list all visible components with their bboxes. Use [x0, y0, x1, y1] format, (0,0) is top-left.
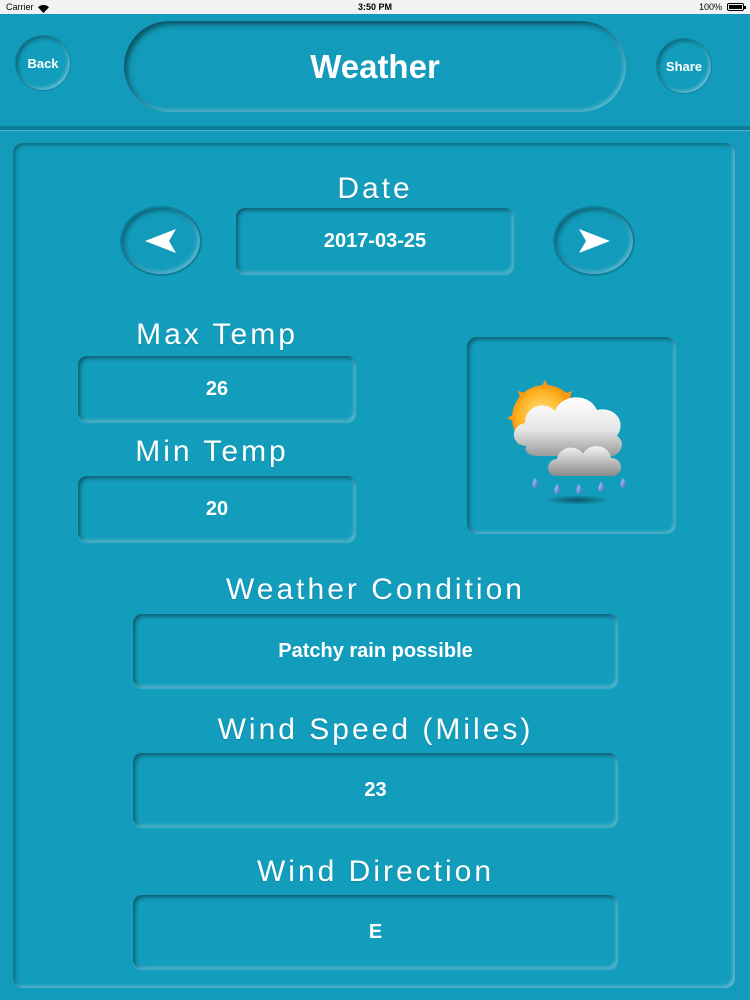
- header: Back Weather Share: [0, 14, 750, 130]
- weather-condition-label: Weather Condition: [226, 573, 525, 606]
- date-field: 2017-03-25: [236, 208, 514, 274]
- back-button[interactable]: Back: [16, 36, 70, 90]
- min-temp-field: 20: [78, 476, 356, 542]
- wind-speed-field: 23: [133, 753, 618, 827]
- wind-direction-field: E: [133, 895, 618, 969]
- wind-direction-label: Wind Direction: [256, 855, 495, 888]
- sun-cloud-rain-icon: [506, 379, 625, 505]
- header-divider: [0, 126, 750, 130]
- date-label: Date: [337, 172, 413, 205]
- status-bar: Carrier 3:50 PM 100%: [0, 0, 750, 14]
- share-button[interactable]: Share: [657, 39, 711, 93]
- battery-icon: [727, 3, 746, 11]
- status-time: 3:50 PM: [357, 2, 392, 12]
- page-title: Weather: [124, 21, 626, 112]
- next-date-button[interactable]: [555, 208, 633, 274]
- min-temp-label: Min Temp: [135, 435, 289, 468]
- max-temp-label: Max Temp: [136, 318, 298, 351]
- wind-speed-label: Wind Speed (Miles): [217, 713, 534, 746]
- arrow-right-icon: [579, 229, 610, 253]
- arrow-left-icon: [145, 229, 176, 253]
- weather-condition-field: Patchy rain possible: [133, 614, 618, 688]
- weather-icon-frame: [467, 337, 676, 534]
- previous-date-button[interactable]: [122, 208, 200, 274]
- max-temp-field: 26: [78, 356, 356, 422]
- battery-percentage: 100%: [698, 2, 722, 12]
